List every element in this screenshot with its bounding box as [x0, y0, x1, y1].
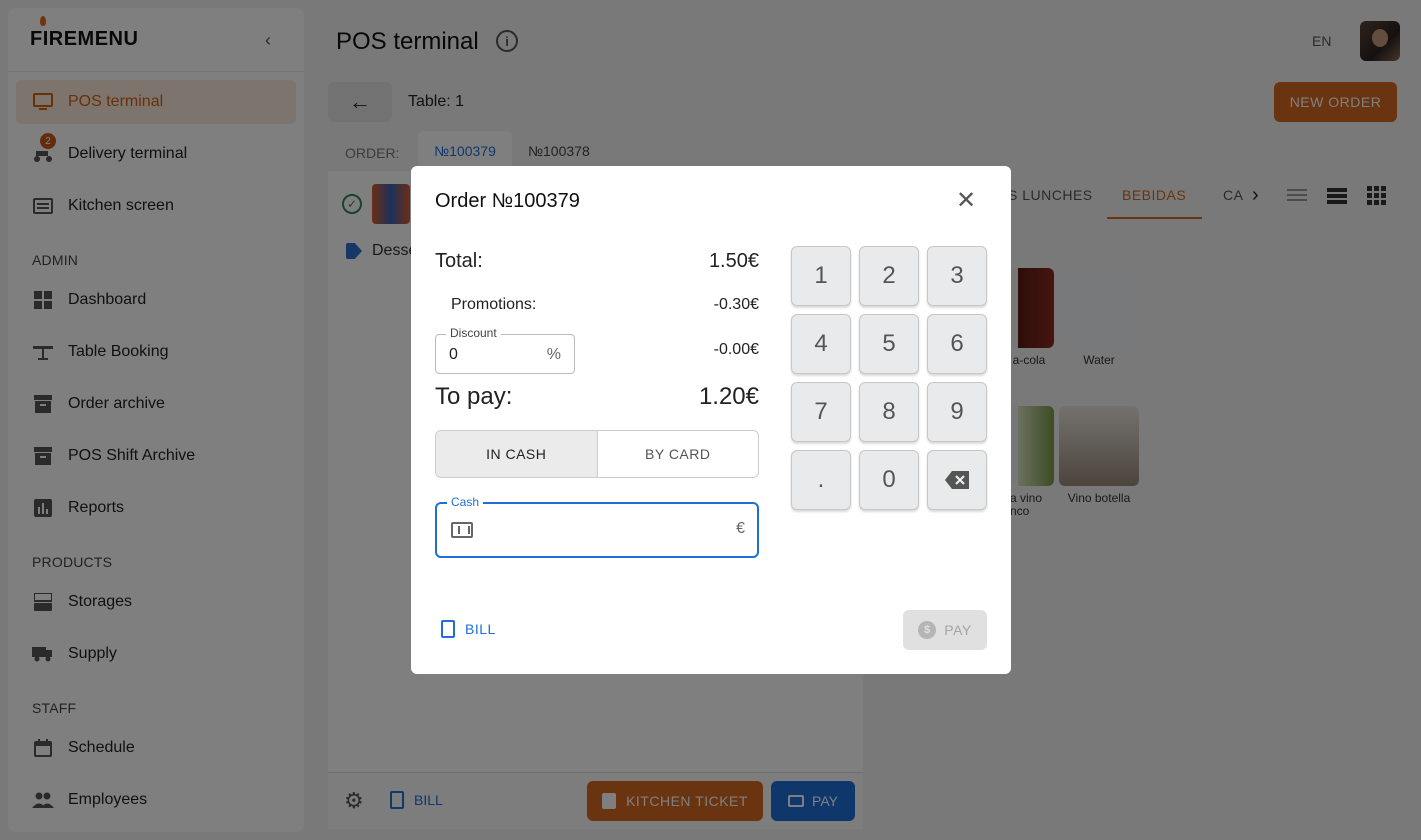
to-pay-value: 1.20€: [698, 383, 759, 410]
dialog-bill-label: BILL: [465, 621, 496, 637]
payment-method-toggle: IN CASH BY CARD: [435, 430, 759, 478]
keypad-5[interactable]: 5: [859, 314, 919, 374]
to-pay-label: To pay:: [435, 383, 513, 410]
total-row: Total: 1.50€: [435, 250, 759, 273]
dialog-pay-label: PAY: [944, 622, 972, 638]
dialog-title: Order №100379: [435, 190, 580, 212]
promotions-label: Promotions:: [451, 296, 537, 313]
euro-unit: €: [736, 520, 745, 537]
keypad-3[interactable]: 3: [927, 246, 987, 306]
receipt-icon: [441, 620, 455, 638]
keypad-6[interactable]: 6: [927, 314, 987, 374]
keypad-dot[interactable]: .: [791, 450, 851, 510]
dollar-coin-icon: $: [918, 621, 937, 639]
discount-amount: -0.00€: [713, 341, 759, 358]
total-label: Total:: [435, 250, 483, 272]
to-pay-row: To pay: 1.20€: [435, 383, 759, 411]
dialog-pay-button[interactable]: $ PAY: [903, 610, 987, 650]
keypad-2[interactable]: 2: [859, 246, 919, 306]
percent-unit: %: [546, 346, 561, 363]
keypad-backspace[interactable]: [927, 450, 987, 510]
keypad-1[interactable]: 1: [791, 246, 851, 306]
keypad-4[interactable]: 4: [791, 314, 851, 374]
keypad-9[interactable]: 9: [927, 382, 987, 442]
close-icon[interactable]: ✕: [955, 189, 977, 213]
discount-label: Discount: [446, 326, 501, 340]
keypad-0[interactable]: 0: [859, 450, 919, 510]
payment-dialog: Order №100379 ✕ Total: 1.50€ Promotions:…: [411, 166, 1011, 674]
keypad-7[interactable]: 7: [791, 382, 851, 442]
discount-field[interactable]: Discount 0 %: [435, 326, 575, 374]
by-card-button[interactable]: BY CARD: [598, 431, 759, 477]
in-cash-button[interactable]: IN CASH: [436, 431, 598, 477]
banknote-icon: [451, 522, 473, 538]
backspace-icon: [945, 471, 969, 489]
total-value: 1.50€: [708, 250, 759, 272]
keypad-8[interactable]: 8: [859, 382, 919, 442]
cash-input[interactable]: Cash €: [435, 495, 759, 558]
discount-value[interactable]: 0: [449, 346, 458, 364]
promotions-row: Promotions: -0.30€: [435, 296, 759, 314]
cash-label: Cash: [447, 495, 484, 509]
promotions-value: -0.30€: [713, 296, 759, 313]
dialog-bill-button[interactable]: BILL: [441, 620, 496, 638]
